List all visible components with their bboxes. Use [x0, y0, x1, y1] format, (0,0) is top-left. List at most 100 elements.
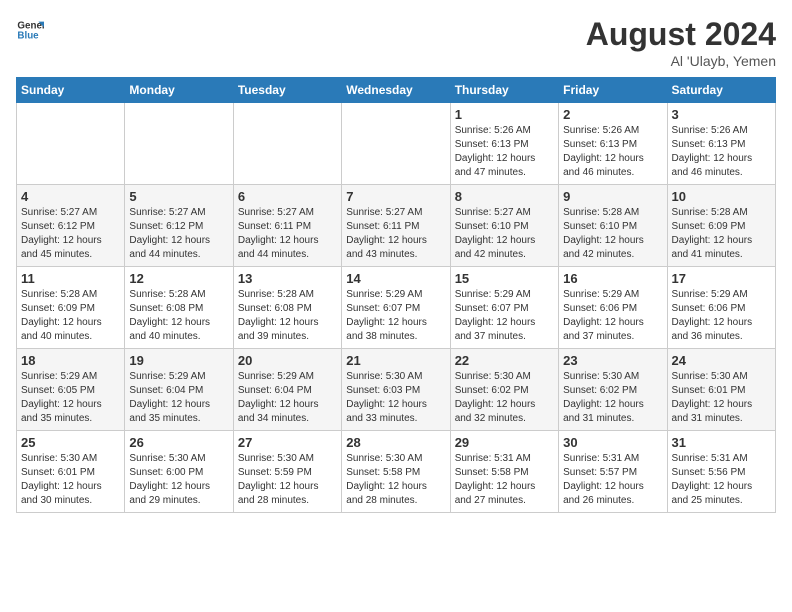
day-number: 28 [346, 435, 445, 450]
cell-content: Sunrise: 5:30 AM Sunset: 6:01 PM Dayligh… [672, 370, 771, 426]
calendar-cell: 1 Sunrise: 5:26 AM Sunset: 6:13 PM Daylig… [450, 103, 558, 185]
title-block: August 2024 Al 'Ulayb, Yemen [586, 16, 776, 69]
cell-content: Sunrise: 5:29 AM Sunset: 6:06 PM Dayligh… [672, 288, 771, 344]
cell-content: Sunrise: 5:30 AM Sunset: 6:02 PM Dayligh… [455, 370, 554, 426]
day-number: 11 [21, 271, 120, 286]
cell-content: Sunrise: 5:30 AM Sunset: 6:01 PM Dayligh… [21, 452, 120, 508]
day-number: 3 [672, 107, 771, 122]
calendar-cell: 26 Sunrise: 5:30 AM Sunset: 6:00 PM Dayli… [125, 431, 233, 513]
cell-content: Sunrise: 5:29 AM Sunset: 6:04 PM Dayligh… [238, 370, 337, 426]
day-number: 19 [129, 353, 228, 368]
day-number: 16 [563, 271, 662, 286]
calendar-cell: 4 Sunrise: 5:27 AM Sunset: 6:12 PM Daylig… [17, 185, 125, 267]
day-number: 18 [21, 353, 120, 368]
calendar-table: Sunday Monday Tuesday Wednesday Thursday… [16, 77, 776, 513]
cell-content: Sunrise: 5:30 AM Sunset: 5:58 PM Dayligh… [346, 452, 445, 508]
svg-text:Blue: Blue [17, 30, 39, 41]
day-number: 2 [563, 107, 662, 122]
day-number: 24 [672, 353, 771, 368]
week-row-4: 18Sunrise: 5:29 AM Sunset: 6:05 PM Dayli… [17, 349, 776, 431]
calendar-cell: 17Sunrise: 5:29 AM Sunset: 6:06 PM Dayli… [667, 267, 775, 349]
header-saturday: Saturday [667, 78, 775, 103]
calendar-cell: 23Sunrise: 5:30 AM Sunset: 6:02 PM Dayli… [559, 349, 667, 431]
day-number: 21 [346, 353, 445, 368]
cell-content: Sunrise: 5:30 AM Sunset: 5:59 PM Dayligh… [238, 452, 337, 508]
calendar-cell: 15 Sunrise: 5:29 AM Sunset: 6:07 PM Dayli… [450, 267, 558, 349]
day-number: 31 [672, 435, 771, 450]
calendar-cell [233, 103, 341, 185]
day-number: 29 [455, 435, 554, 450]
cell-content: Sunrise: 5:26 AM Sunset: 6:13 PM Dayligh… [672, 124, 771, 180]
week-row-2: 4 Sunrise: 5:27 AM Sunset: 6:12 PM Daylig… [17, 185, 776, 267]
page-header: General Blue August 2024 Al 'Ulayb, Yeme… [16, 16, 776, 69]
week-row-5: 25 Sunrise: 5:30 AM Sunset: 6:01 PM Dayli… [17, 431, 776, 513]
day-number: 30 [563, 435, 662, 450]
calendar-cell: 19 Sunrise: 5:29 AM Sunset: 6:04 PM Dayli… [125, 349, 233, 431]
cell-content: Sunrise: 5:28 AM Sunset: 6:08 PM Dayligh… [238, 288, 337, 344]
header-sunday: Sunday [17, 78, 125, 103]
calendar-cell: 21 Sunrise: 5:30 AM Sunset: 6:03 PM Dayli… [342, 349, 450, 431]
calendar-cell: 5Sunrise: 5:27 AM Sunset: 6:12 PM Daylig… [125, 185, 233, 267]
day-number: 27 [238, 435, 337, 450]
day-number: 8 [455, 189, 554, 204]
cell-content: Sunrise: 5:29 AM Sunset: 6:07 PM Dayligh… [455, 288, 554, 344]
day-number: 26 [129, 435, 228, 450]
cell-content: Sunrise: 5:27 AM Sunset: 6:12 PM Dayligh… [21, 206, 120, 262]
calendar-cell: 9 Sunrise: 5:28 AM Sunset: 6:10 PM Daylig… [559, 185, 667, 267]
day-number: 5 [129, 189, 228, 204]
cell-content: Sunrise: 5:30 AM Sunset: 6:03 PM Dayligh… [346, 370, 445, 426]
calendar-cell: 25 Sunrise: 5:30 AM Sunset: 6:01 PM Dayli… [17, 431, 125, 513]
calendar-cell: 29 Sunrise: 5:31 AM Sunset: 5:58 PM Dayli… [450, 431, 558, 513]
day-number: 1 [455, 107, 554, 122]
day-number: 15 [455, 271, 554, 286]
cell-content: Sunrise: 5:28 AM Sunset: 6:09 PM Dayligh… [21, 288, 120, 344]
day-number: 12 [129, 271, 228, 286]
calendar-cell: 10 Sunrise: 5:28 AM Sunset: 6:09 PM Dayli… [667, 185, 775, 267]
cell-content: Sunrise: 5:27 AM Sunset: 6:10 PM Dayligh… [455, 206, 554, 262]
header-monday: Monday [125, 78, 233, 103]
day-number: 23 [563, 353, 662, 368]
cell-content: Sunrise: 5:27 AM Sunset: 6:11 PM Dayligh… [346, 206, 445, 262]
calendar-cell [342, 103, 450, 185]
header-thursday: Thursday [450, 78, 558, 103]
week-row-3: 11 Sunrise: 5:28 AM Sunset: 6:09 PM Dayli… [17, 267, 776, 349]
calendar-cell: 27 Sunrise: 5:30 AM Sunset: 5:59 PM Dayli… [233, 431, 341, 513]
location: Al 'Ulayb, Yemen [586, 53, 776, 69]
logo: General Blue [16, 16, 44, 44]
calendar-cell: 13 Sunrise: 5:28 AM Sunset: 6:08 PM Dayli… [233, 267, 341, 349]
calendar-cell: 11 Sunrise: 5:28 AM Sunset: 6:09 PM Dayli… [17, 267, 125, 349]
day-number: 14 [346, 271, 445, 286]
cell-content: Sunrise: 5:26 AM Sunset: 6:13 PM Dayligh… [563, 124, 662, 180]
cell-content: Sunrise: 5:29 AM Sunset: 6:04 PM Dayligh… [129, 370, 228, 426]
cell-content: Sunrise: 5:30 AM Sunset: 6:00 PM Dayligh… [129, 452, 228, 508]
calendar-cell: 31 Sunrise: 5:31 AM Sunset: 5:56 PM Dayli… [667, 431, 775, 513]
cell-content: Sunrise: 5:28 AM Sunset: 6:09 PM Dayligh… [672, 206, 771, 262]
day-number: 7 [346, 189, 445, 204]
cell-content: Sunrise: 5:28 AM Sunset: 6:10 PM Dayligh… [563, 206, 662, 262]
calendar-cell: 24 Sunrise: 5:30 AM Sunset: 6:01 PM Dayli… [667, 349, 775, 431]
calendar-cell: 30Sunrise: 5:31 AM Sunset: 5:57 PM Dayli… [559, 431, 667, 513]
day-number: 9 [563, 189, 662, 204]
calendar-cell: 22 Sunrise: 5:30 AM Sunset: 6:02 PM Dayli… [450, 349, 558, 431]
header-tuesday: Tuesday [233, 78, 341, 103]
cell-content: Sunrise: 5:26 AM Sunset: 6:13 PM Dayligh… [455, 124, 554, 180]
calendar-cell: 12Sunrise: 5:28 AM Sunset: 6:08 PM Dayli… [125, 267, 233, 349]
calendar-cell: 3 Sunrise: 5:26 AM Sunset: 6:13 PM Daylig… [667, 103, 775, 185]
calendar-cell: 28 Sunrise: 5:30 AM Sunset: 5:58 PM Dayli… [342, 431, 450, 513]
cell-content: Sunrise: 5:31 AM Sunset: 5:56 PM Dayligh… [672, 452, 771, 508]
month-year: August 2024 [586, 16, 776, 53]
day-number: 10 [672, 189, 771, 204]
header-wednesday: Wednesday [342, 78, 450, 103]
calendar-cell: 7 Sunrise: 5:27 AM Sunset: 6:11 PM Daylig… [342, 185, 450, 267]
day-number: 6 [238, 189, 337, 204]
calendar-cell: 20Sunrise: 5:29 AM Sunset: 6:04 PM Dayli… [233, 349, 341, 431]
cell-content: Sunrise: 5:31 AM Sunset: 5:58 PM Dayligh… [455, 452, 554, 508]
cell-content: Sunrise: 5:27 AM Sunset: 6:11 PM Dayligh… [238, 206, 337, 262]
day-number: 4 [21, 189, 120, 204]
calendar-cell [125, 103, 233, 185]
day-number: 13 [238, 271, 337, 286]
calendar-cell: 8 Sunrise: 5:27 AM Sunset: 6:10 PM Daylig… [450, 185, 558, 267]
calendar-cell: 14Sunrise: 5:29 AM Sunset: 6:07 PM Dayli… [342, 267, 450, 349]
day-number: 25 [21, 435, 120, 450]
day-number: 22 [455, 353, 554, 368]
